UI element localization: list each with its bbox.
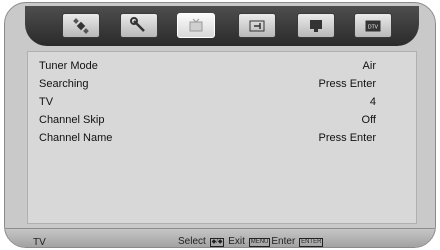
- menu-value: Off: [361, 114, 376, 126]
- menu-value: Press Enter: [318, 132, 376, 144]
- menu-row-tv[interactable]: TV 4: [39, 96, 376, 112]
- menu-row-channel-name[interactable]: Channel Name Press Enter: [39, 132, 376, 148]
- menu-row-tuner-mode[interactable]: Tuner Mode Air: [39, 60, 376, 76]
- select-key: ◆/◆: [209, 238, 225, 247]
- tab-satellite[interactable]: [62, 13, 100, 38]
- dtv-icon: DTV: [365, 20, 381, 32]
- tv-icon: [189, 18, 203, 32]
- svg-text:DTV: DTV: [368, 25, 379, 31]
- monitor-icon: [310, 20, 322, 32]
- tab-dtv[interactable]: DTV: [354, 13, 392, 38]
- enter-hint-label: Enter: [271, 236, 296, 247]
- menu-label: TV: [39, 96, 54, 108]
- select-hint-label: Select: [178, 236, 206, 247]
- tab-screen[interactable]: [297, 13, 335, 38]
- menu-row-searching[interactable]: Searching Press Enter: [39, 78, 376, 94]
- menu-key: MENU: [248, 238, 271, 247]
- tab-setup[interactable]: [120, 13, 158, 38]
- input-source-label: TV: [33, 237, 46, 248]
- exit-hint-label: Exit: [228, 236, 245, 247]
- menu-label: Channel Name: [39, 132, 113, 144]
- menu-value: Air: [362, 60, 376, 72]
- audio-icon: [249, 20, 265, 32]
- tv-osd-menu: DTV Tuner Mode Air Searching Press Enter…: [4, 2, 436, 248]
- tab-audio[interactable]: [238, 13, 276, 38]
- menu-row-channel-skip[interactable]: Channel Skip Off: [39, 114, 376, 130]
- tab-tv[interactable]: [177, 13, 215, 38]
- tv-settings-panel: Tuner Mode Air Searching Press Enter TV …: [27, 51, 417, 224]
- menu-label: Tuner Mode: [39, 60, 98, 72]
- menu-value: Press Enter: [318, 78, 376, 90]
- menu-label: Searching: [39, 78, 89, 90]
- status-footer: TV Select ◆/◆ Exit MENU Enter ENTER: [5, 228, 435, 248]
- menu-value: 4: [369, 96, 376, 108]
- key-hints: Select ◆/◆ Exit MENU Enter ENTER: [178, 236, 324, 247]
- enter-key: ENTER: [299, 238, 324, 247]
- category-tab-bar: DTV: [25, 6, 419, 46]
- wrench-icon: [130, 17, 145, 32]
- menu-label: Channel Skip: [39, 114, 105, 126]
- satellite-icon: [73, 18, 89, 34]
